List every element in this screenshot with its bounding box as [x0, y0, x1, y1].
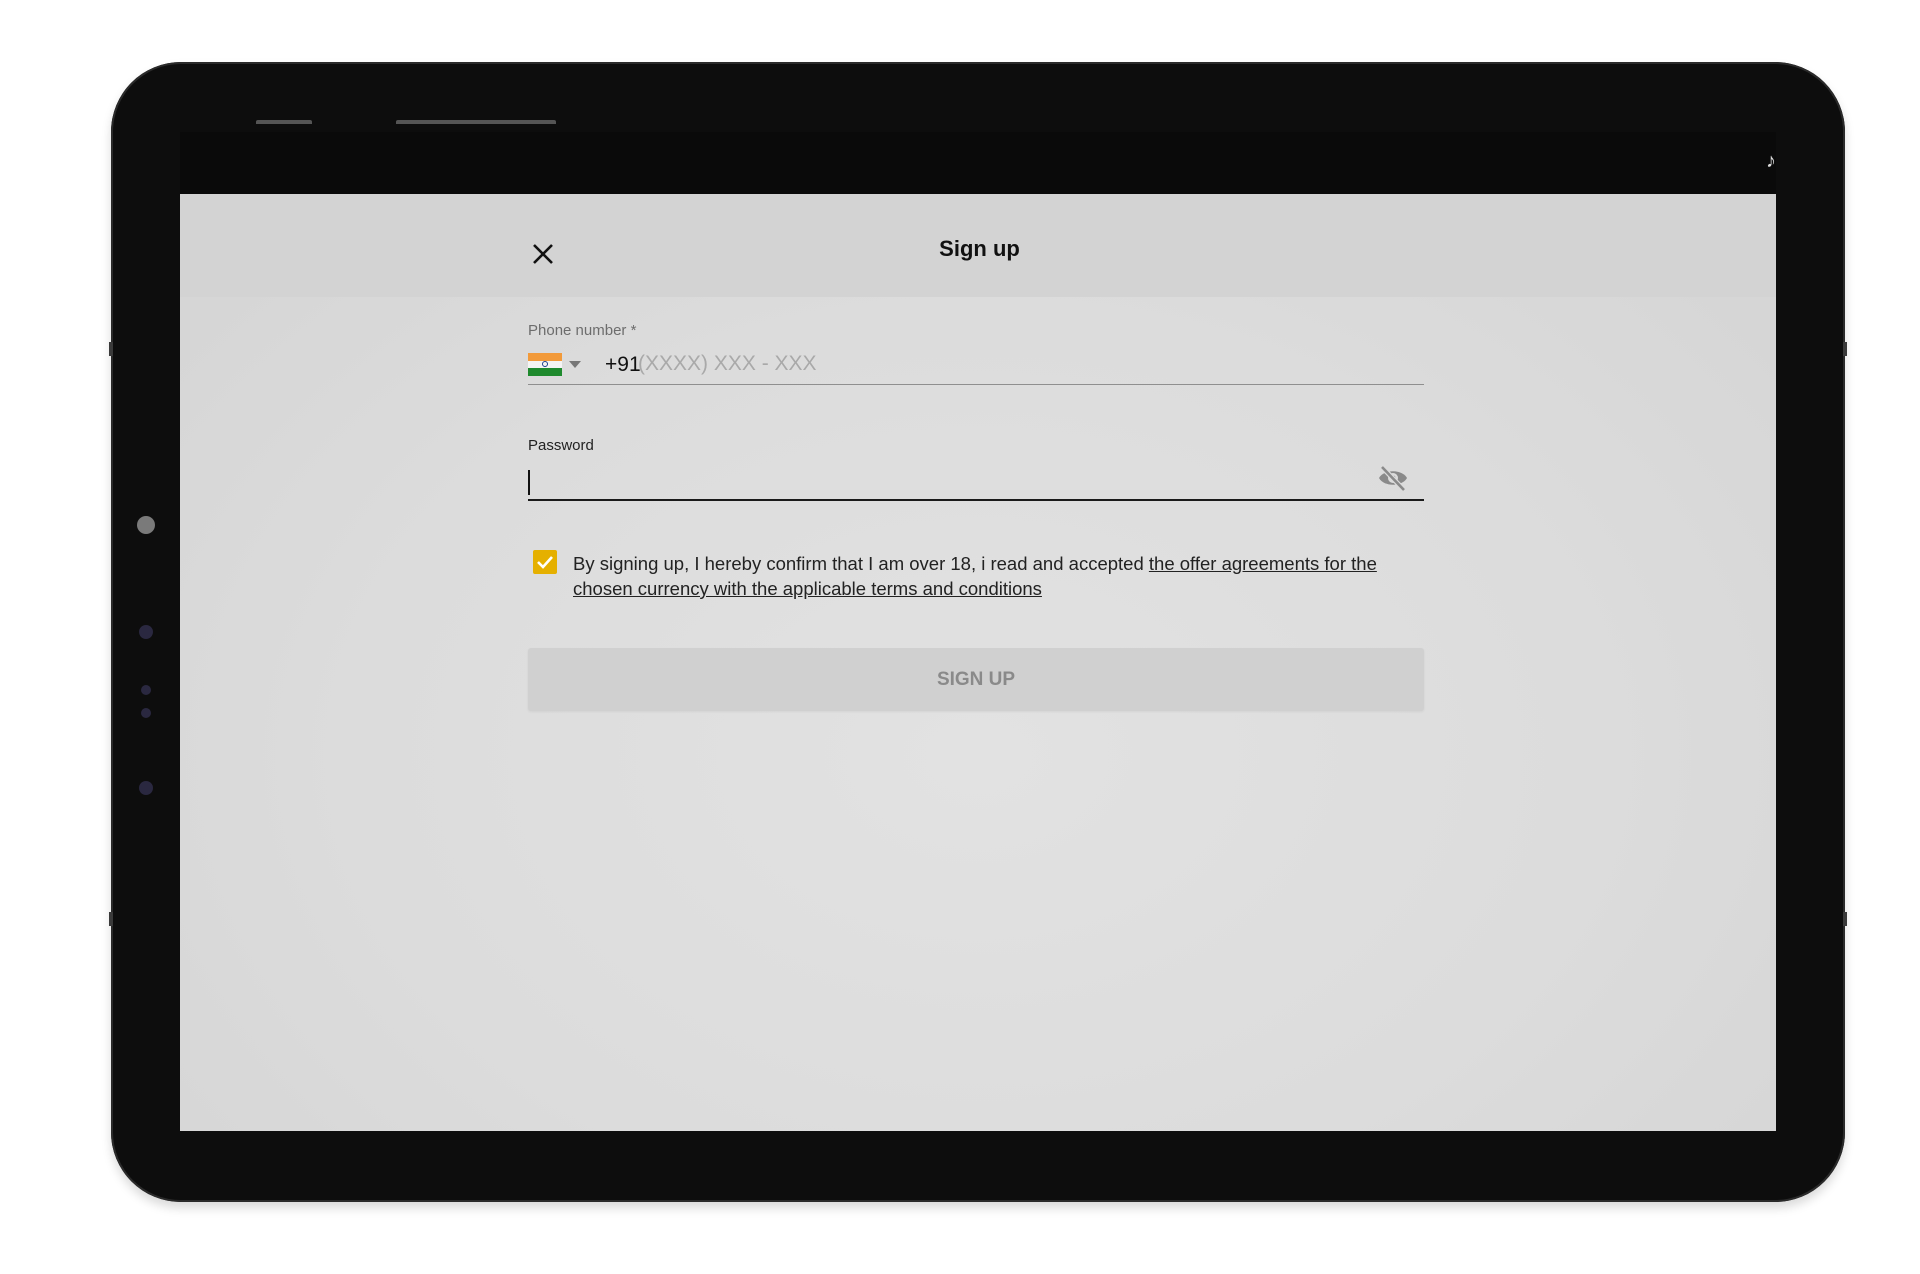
page-header: Sign up — [180, 194, 1776, 297]
sensor-icon — [139, 625, 153, 639]
consent-text: By signing up, I hereby confirm that I a… — [573, 551, 1423, 601]
consent-statement: By signing up, I hereby confirm that I a… — [573, 553, 1149, 574]
tablet-screen: ♪ Sign up Phone number * +91 (XXXX) XXX … — [180, 132, 1776, 1131]
hardware-button — [396, 120, 556, 124]
signup-page: Sign up Phone number * +91 Password — [180, 194, 1776, 1131]
consent-checkbox[interactable] — [533, 550, 557, 574]
side-notch — [109, 912, 113, 926]
phone-input[interactable] — [638, 350, 1398, 378]
password-label: Password — [528, 437, 594, 454]
chevron-down-icon[interactable] — [569, 361, 581, 368]
front-camera-icon — [137, 516, 155, 534]
phone-field: +91 — [528, 344, 1424, 385]
signup-button[interactable]: SIGN UP — [528, 648, 1424, 711]
password-input[interactable] — [528, 467, 1368, 495]
status-bar: ♪ — [180, 132, 1776, 194]
hardware-button — [256, 120, 312, 124]
side-notch — [1843, 342, 1847, 356]
eye-off-icon — [1379, 465, 1407, 492]
sensor-icon — [141, 685, 151, 695]
sensor-icon — [141, 708, 151, 718]
toggle-password-visibility-button[interactable] — [1376, 463, 1410, 493]
checkmark-icon — [537, 556, 553, 569]
side-notch — [109, 342, 113, 356]
sensor-icon — [139, 781, 153, 795]
phone-label: Phone number * — [528, 322, 637, 339]
india-flag-icon[interactable] — [528, 353, 562, 377]
page-title: Sign up — [939, 236, 1020, 261]
text-cursor — [528, 470, 530, 495]
password-field — [528, 457, 1424, 501]
side-notch — [1843, 912, 1847, 926]
phone-prefix: +91 — [605, 353, 641, 376]
status-glyph: ♪ — [1766, 150, 1776, 172]
